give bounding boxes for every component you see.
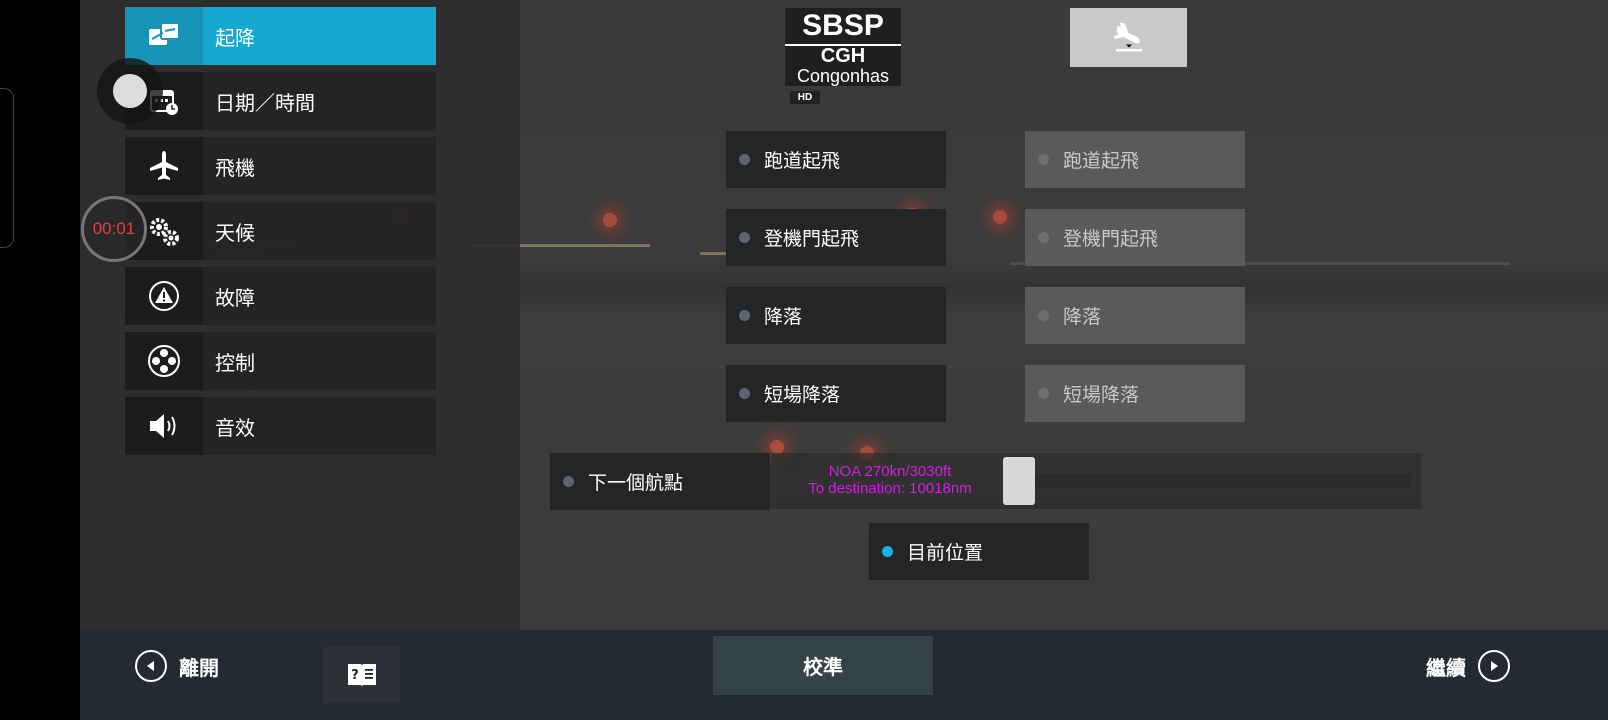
option-radio-dot xyxy=(739,232,750,243)
record-toggle[interactable] xyxy=(97,58,163,124)
option-radio-dot xyxy=(1038,388,1049,399)
device-bezel xyxy=(0,88,14,248)
option-current-position[interactable]: 目前位置 xyxy=(869,523,1089,580)
sidebar-item-label: 故障 xyxy=(215,285,255,310)
option-gate-takeoff[interactable]: 登機門起飛 xyxy=(726,209,946,266)
option-label: 登機門起飛 xyxy=(764,228,860,250)
option-runway-takeoff[interactable]: 跑道起飛 xyxy=(726,131,946,188)
sidebar-item-sound[interactable]: 音效 xyxy=(125,397,436,455)
sidebar-item-label: 天候 xyxy=(215,220,255,245)
takeoff-landing-icon xyxy=(125,7,203,65)
continue-label: 繼續 xyxy=(1426,655,1466,680)
option-label: 短場降落 xyxy=(1063,384,1140,406)
record-toggle-knob xyxy=(113,74,147,108)
continue-button[interactable]: 繼續 xyxy=(1426,650,1510,682)
airplane-icon xyxy=(125,137,203,195)
option-arrival-landing[interactable]: 降落 xyxy=(1025,287,1245,344)
option-label: 短場降落 xyxy=(764,384,841,406)
airport-badge[interactable]: SBSP CGH Congonhas xyxy=(785,8,901,86)
option-arrival-runway-takeoff[interactable]: 跑道起飛 xyxy=(1025,131,1245,188)
option-short-landing[interactable]: 短場降落 xyxy=(726,365,946,422)
option-label: 登機門起飛 xyxy=(1063,228,1159,250)
sidebar-item-failures[interactable]: 故障 xyxy=(125,267,436,325)
landing-plane-icon xyxy=(1112,21,1142,51)
back-arrow-icon xyxy=(135,650,167,682)
option-next-waypoint[interactable]: 下一個航點 xyxy=(550,453,770,510)
warning-icon xyxy=(125,267,203,325)
arrival-airport-button[interactable] xyxy=(1070,8,1187,67)
sidebar-item-weather[interactable]: 天候 xyxy=(125,202,436,260)
option-label: 降落 xyxy=(1063,306,1102,328)
option-radio-dot xyxy=(739,388,750,399)
option-landing[interactable]: 降落 xyxy=(726,287,946,344)
simulator-screen: 起降 日期／時間 飛機 天候 故障 控制 音效 SBSP CGH Congonh… xyxy=(80,0,1608,720)
sidebar-item-label: 日期／時間 xyxy=(215,90,315,115)
airport-icao: SBSP xyxy=(802,9,884,42)
option-radio-dot xyxy=(1038,310,1049,321)
option-label: 目前位置 xyxy=(907,542,984,564)
waypoint-info-line2: To destination: 10018nm xyxy=(808,480,972,497)
airport-name: Congonhas xyxy=(796,66,890,86)
sidebar-item-controls[interactable]: 控制 xyxy=(125,332,436,390)
airport-iata: CGH xyxy=(820,45,866,67)
option-radio-dot xyxy=(1038,232,1049,243)
sidebar-item-aircraft[interactable]: 飛機 xyxy=(125,137,436,195)
sidebar-item-date-time[interactable]: 日期／時間 xyxy=(125,72,436,130)
sidebar-item-takeoff-landing[interactable]: 起降 xyxy=(125,7,436,65)
option-label: 降落 xyxy=(764,306,803,328)
sidebar-item-label: 控制 xyxy=(215,350,255,375)
sidebar-item-label: 飛機 xyxy=(215,155,255,180)
option-radio-dot xyxy=(563,476,574,487)
option-radio-dot-selected xyxy=(882,546,893,557)
option-arrival-short-landing[interactable]: 短場降落 xyxy=(1025,365,1245,422)
svg-text:?: ? xyxy=(351,668,359,683)
option-radio-dot xyxy=(739,154,750,165)
speaker-icon xyxy=(125,397,203,455)
sidebar-item-label: 音效 xyxy=(215,415,255,440)
option-label: 跑道起飛 xyxy=(1063,150,1140,172)
help-book-icon: ? xyxy=(347,664,376,687)
recording-timer[interactable]: 00:01 xyxy=(81,196,147,262)
exit-button[interactable]: 離開 xyxy=(135,650,219,682)
calibrate-button[interactable]: 校準 xyxy=(713,636,933,695)
waypoint-info-line1: NOA 270kn/3030ft xyxy=(828,463,952,480)
play-arrow-icon xyxy=(1478,650,1510,682)
option-arrival-gate-takeoff[interactable]: 登機門起飛 xyxy=(1025,209,1245,266)
bottom-bar: 離開 ? 校準 繼續 xyxy=(80,630,1608,720)
option-label: 跑道起飛 xyxy=(764,150,841,172)
option-label: 下一個航點 xyxy=(588,472,684,494)
sidebar-item-label: 起降 xyxy=(215,25,255,50)
manual-button[interactable]: ? xyxy=(323,647,400,703)
hd-badge: HD xyxy=(790,91,820,104)
option-radio-dot xyxy=(1038,154,1049,165)
exit-label: 離開 xyxy=(179,655,219,680)
option-radio-dot xyxy=(739,310,750,321)
waypoint-slider-rail[interactable] xyxy=(1035,474,1411,488)
waypoint-slider-thumb[interactable] xyxy=(1003,457,1035,505)
controls-icon xyxy=(125,332,203,390)
waypoint-info: NOA 270kn/3030ft To destination: 10018nm xyxy=(785,463,995,497)
